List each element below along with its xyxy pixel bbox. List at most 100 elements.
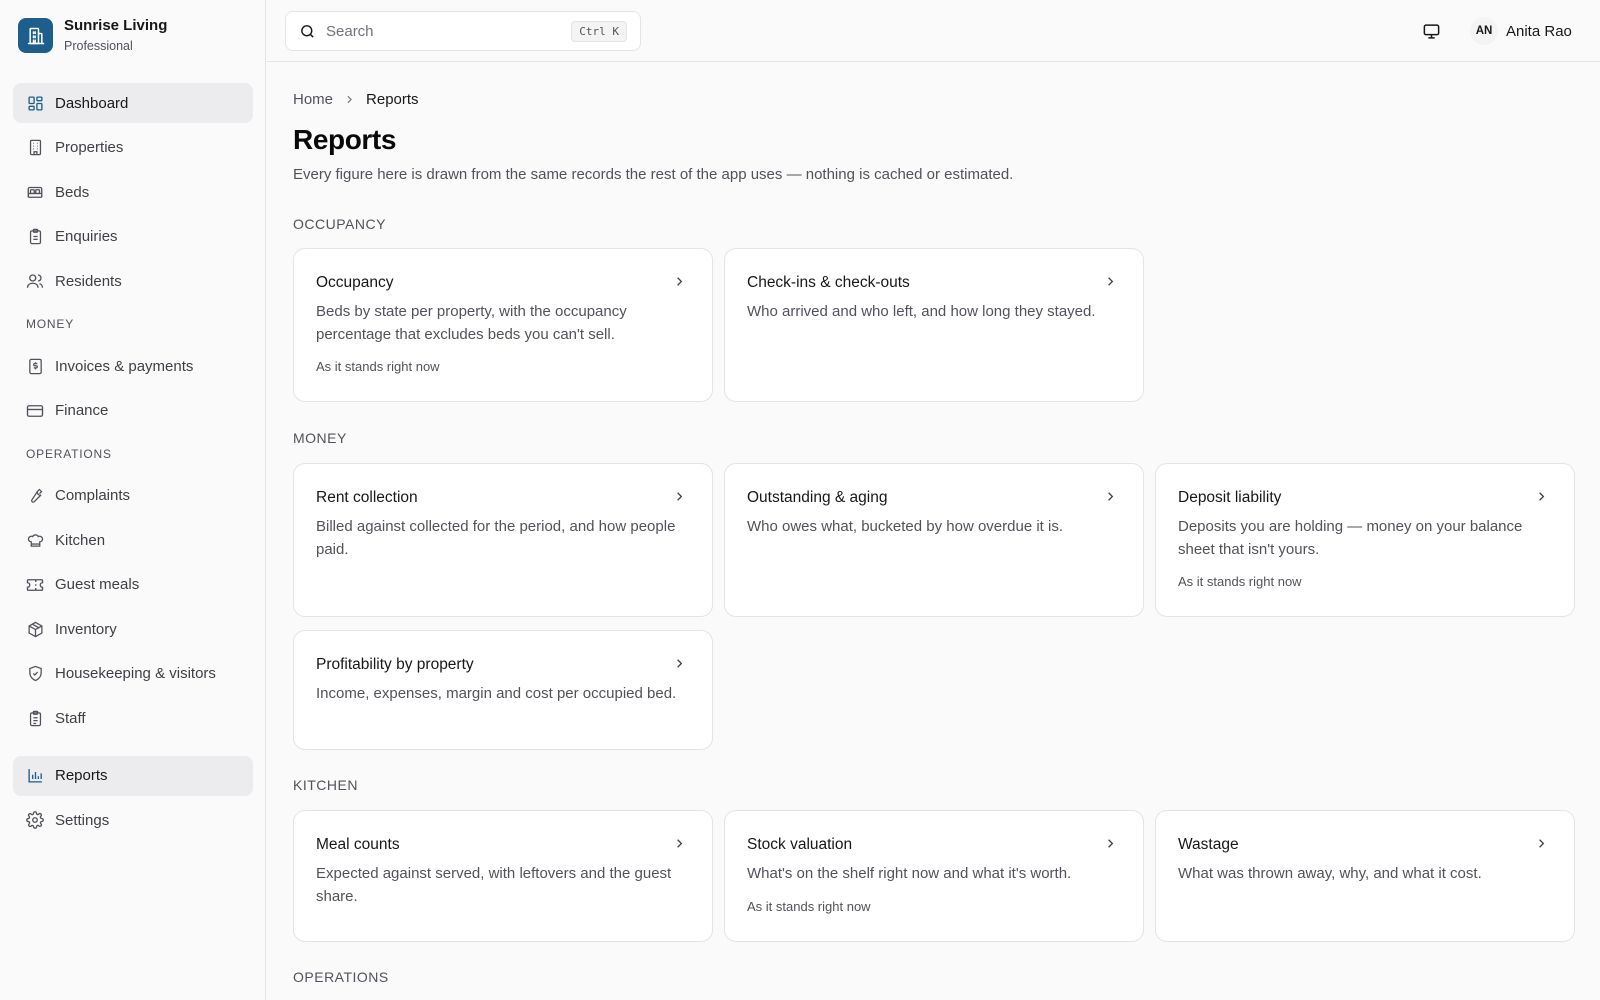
card-title: Stock valuation [747, 836, 853, 853]
card-title: Profitability by property [316, 656, 474, 673]
building-icon [26, 139, 44, 157]
card-description: Expected against served, with leftovers … [316, 865, 672, 905]
sidebar-item-enquiries[interactable]: Enquiries [13, 217, 253, 257]
page-title: Reports [293, 124, 396, 155]
package-icon [26, 620, 44, 638]
card-note: As it stands right now [1178, 574, 1302, 589]
sidebar-item-label: Dashboard [55, 94, 129, 112]
report-card-meal-counts[interactable]: Meal counts Expected against served, wit… [293, 810, 713, 942]
sidebar-item-label: Staff [55, 709, 86, 727]
breadcrumb: Home Reports [293, 91, 419, 108]
sidebar-item-complaints[interactable]: Complaints [13, 476, 253, 516]
sidebar-item-kitchen[interactable]: Kitchen [13, 520, 253, 560]
brand-name: Sunrise Living [64, 17, 168, 34]
sidebar-item-finance[interactable]: Finance [13, 391, 253, 431]
sidebar-section-operations: OPERATIONS [26, 446, 112, 461]
card-title: Rent collection [316, 489, 418, 506]
sidebar-item-staff[interactable]: Staff [13, 698, 253, 738]
chevron-right-icon [672, 836, 687, 851]
bar-chart-icon [26, 767, 44, 785]
sidebar-item-label: Complaints [55, 487, 131, 504]
report-card-occupancy[interactable]: Occupancy Beds by state per property, wi… [293, 248, 713, 402]
sidebar-item-label: Kitchen [55, 531, 106, 549]
card-description: What's on the shelf right now and what i… [747, 865, 1072, 882]
section-label-occupancy: OCCUPANCY [293, 216, 386, 232]
user-name: Anita Rao [1506, 22, 1572, 40]
card-description: Billed against collected for the period,… [316, 518, 676, 558]
chevron-right-icon [1534, 489, 1549, 504]
report-card-profitability[interactable]: Profitability by property Income, expens… [293, 630, 713, 750]
gear-icon [26, 811, 44, 829]
sidebar-item-dashboard[interactable]: Dashboard [13, 83, 253, 123]
shield-icon [26, 665, 44, 683]
sidebar-item-label: Finance [55, 402, 109, 419]
card-title: Deposit liability [1178, 489, 1282, 506]
report-card-check-ins[interactable]: Check-ins & check-outs Who arrived and w… [724, 248, 1144, 402]
breadcrumb-current: Reports [366, 91, 419, 108]
brand[interactable]: Sunrise Living Professional [18, 16, 167, 55]
sidebar-item-properties[interactable]: Properties [13, 128, 253, 168]
chevron-right-icon [1103, 489, 1118, 504]
page-description: Every figure here is drawn from the same… [293, 166, 1014, 183]
breadcrumb-home[interactable]: Home [293, 91, 333, 108]
report-card-deposit-liability[interactable]: Deposit liability Deposits you are holdi… [1155, 463, 1575, 617]
sidebar: Sunrise Living Professional Dashboard Pr… [0, 0, 266, 1000]
card-note: As it stands right now [316, 359, 440, 374]
sidebar-item-settings[interactable]: Settings [13, 800, 253, 840]
sidebar-item-label: Enquiries [55, 228, 118, 245]
card-description: Income, expenses, margin and cost per oc… [316, 685, 677, 702]
chevron-right-icon [1534, 836, 1549, 851]
sidebar-item-label: Properties [55, 139, 124, 156]
sidebar-item-residents[interactable]: Residents [13, 261, 253, 301]
sidebar-section-money: MONEY [26, 317, 75, 331]
card-title: Wastage [1178, 836, 1239, 853]
sidebar-item-reports[interactable]: Reports [13, 755, 253, 796]
search-shortcut: Ctrl K [571, 21, 627, 42]
card-description: Who owes what, bucketed by how overdue i… [747, 518, 1063, 535]
chevron-right-icon [1103, 274, 1118, 289]
chevron-right-icon [672, 274, 687, 289]
card-title: Occupancy [316, 274, 394, 291]
report-card-rent-collection[interactable]: Rent collection Billed against collected… [293, 463, 713, 617]
section-label-kitchen: KITCHEN [293, 777, 358, 793]
card-title: Outstanding & aging [747, 489, 888, 506]
theme-toggle-button[interactable] [1417, 17, 1445, 45]
chevron-right-icon [1103, 836, 1118, 851]
sidebar-item-label: Invoices & payments [55, 357, 194, 375]
chef-hat-icon [26, 531, 44, 549]
sidebar-item-inventory[interactable]: Inventory [13, 609, 253, 649]
report-card-outstanding-aging[interactable]: Outstanding & aging Who owes what, bucke… [724, 463, 1144, 617]
search-input[interactable]: Search Ctrl K [285, 11, 641, 51]
card-description: What was thrown away, why, and what it c… [1178, 865, 1482, 882]
chevron-right-icon [672, 489, 687, 504]
credit-card-icon [26, 402, 44, 420]
users-icon [26, 272, 44, 290]
sidebar-item-label: Settings [55, 811, 110, 829]
card-description: Deposits you are holding — money on your… [1178, 518, 1523, 558]
clipboard-icon [26, 228, 44, 246]
search-icon [299, 23, 316, 40]
sidebar-item-invoices[interactable]: Invoices & payments [13, 346, 253, 386]
sidebar-item-guest-meals[interactable]: Guest meals [13, 565, 253, 605]
brand-plan: Professional [64, 39, 133, 53]
sidebar-item-label: Housekeeping & visitors [55, 665, 216, 682]
report-card-wastage[interactable]: Wastage What was thrown away, why, and w… [1155, 810, 1575, 942]
receipt-icon [26, 357, 44, 375]
user-menu[interactable]: AN Anita Rao [1470, 17, 1572, 45]
topbar: Search Ctrl K AN Anita Rao [267, 0, 1600, 62]
card-title: Check-ins & check-outs [747, 274, 910, 291]
avatar: AN [1470, 17, 1498, 45]
sidebar-nav: Dashboard Properties Beds Enquiries Resi… [13, 83, 253, 845]
sidebar-item-label: Beds [55, 183, 90, 201]
report-card-stock-valuation[interactable]: Stock valuation What's on the shelf righ… [724, 810, 1144, 942]
card-title: Meal counts [316, 836, 400, 853]
clipboard-list-icon [26, 709, 44, 727]
building-logo-icon [18, 18, 53, 53]
section-label-operations: OPERATIONS [293, 969, 389, 985]
bed-icon [26, 183, 44, 201]
section-label-money: MONEY [293, 430, 347, 446]
monitor-icon [1422, 22, 1441, 41]
sidebar-item-beds[interactable]: Beds [13, 172, 253, 212]
sidebar-item-housekeeping[interactable]: Housekeeping & visitors [13, 654, 253, 694]
